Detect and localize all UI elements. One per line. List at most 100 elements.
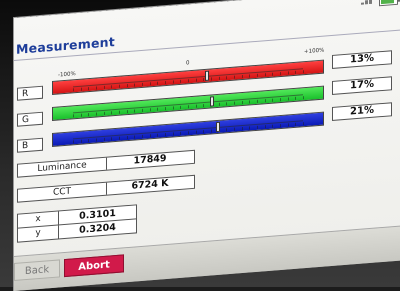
scale-tick <box>234 101 235 105</box>
cct-value: 6724 K <box>131 177 169 192</box>
cct-row: CCT 6724 K <box>17 174 195 203</box>
scale-tick <box>203 130 205 134</box>
red-scale-ticks <box>73 70 304 92</box>
scale-tick <box>80 139 82 143</box>
scale-tick <box>88 87 90 91</box>
scale-tick <box>264 73 266 77</box>
green-slider-knob[interactable] <box>210 96 215 107</box>
luminance-label: Luminance <box>18 157 107 177</box>
scale-tick <box>96 138 97 142</box>
scale-tick <box>226 128 228 132</box>
scale-tick <box>264 99 266 103</box>
scale-tick <box>303 122 304 126</box>
red-slider-knob[interactable] <box>204 70 209 81</box>
scale-tick <box>211 77 212 81</box>
scale-tick <box>103 85 105 89</box>
scale-tick <box>103 111 105 115</box>
scale-tick <box>218 76 220 80</box>
scale-tick <box>111 85 113 89</box>
scale-tick <box>272 72 274 76</box>
scale-tick <box>287 71 289 75</box>
channel-label-b: B <box>17 137 43 153</box>
scale-tick <box>180 131 182 135</box>
scale-tick <box>149 108 151 112</box>
scale-tick <box>295 96 297 100</box>
scale-tick <box>157 107 159 111</box>
scale-tick <box>280 123 281 128</box>
scale-tick <box>188 131 189 135</box>
scale-tick <box>119 110 120 114</box>
scale-tick <box>234 75 235 79</box>
scale-tick <box>111 111 113 115</box>
scale-tick <box>103 137 105 141</box>
scale-tick <box>195 104 197 108</box>
scale-tick <box>88 139 90 143</box>
blue-percent-value: 21% <box>332 102 392 121</box>
scale-tick <box>218 102 220 106</box>
scale-tick <box>165 133 166 137</box>
scale-tick <box>188 105 189 109</box>
scale-tick <box>280 97 281 102</box>
scale-tick <box>234 127 235 131</box>
scale-tick <box>241 127 243 131</box>
signal-icon <box>361 0 375 5</box>
scale-tick <box>126 136 128 140</box>
scale-tick <box>111 137 113 141</box>
scale-tick <box>257 125 258 129</box>
scale-tick <box>142 134 143 138</box>
channel-label-r: R <box>17 85 43 101</box>
blue-slider-knob[interactable] <box>215 121 220 133</box>
scale-tick <box>149 82 151 86</box>
scale-tick <box>287 123 289 127</box>
scale-tick <box>249 100 251 104</box>
scale-tick <box>96 112 97 116</box>
scale-tick <box>257 73 258 77</box>
scale-tick <box>203 104 205 108</box>
scale-tick <box>73 88 74 92</box>
scale-tick <box>180 79 182 83</box>
luminance-row: Luminance 17849 <box>17 149 195 178</box>
blue-scale-ticks <box>73 122 304 144</box>
device-screen: Measurement -100% 0 +100% R 13% G 17% B … <box>14 0 400 291</box>
scale-tick <box>180 105 182 109</box>
scale-tick <box>295 70 297 74</box>
scale-tick <box>142 82 143 86</box>
scale-tick <box>226 102 228 106</box>
scale-tick <box>295 122 297 126</box>
scale-tick <box>126 110 128 114</box>
scale-tick <box>188 79 189 83</box>
scale-tick <box>157 133 159 137</box>
back-button[interactable]: Back <box>14 259 60 281</box>
scale-tick <box>96 86 97 90</box>
scale-tick <box>257 99 258 103</box>
green-percent-value: 17% <box>332 76 392 95</box>
scale-tick <box>126 84 128 88</box>
scale-tick <box>172 80 174 84</box>
scale-tick <box>303 96 304 100</box>
battery-icon <box>379 0 398 7</box>
chromaticity-table: x 0.3101 y 0.3204 <box>17 204 137 243</box>
scale-max-label: +100% <box>304 47 325 56</box>
abort-button[interactable]: Abort <box>64 254 124 278</box>
scale-tick <box>272 124 274 128</box>
scale-tick <box>119 84 120 88</box>
scale-tick <box>80 87 82 91</box>
scale-tick <box>272 98 274 102</box>
scale-tick <box>165 81 166 85</box>
green-scale-ticks <box>73 96 304 118</box>
scale-tick <box>211 129 212 133</box>
channel-label-g: G <box>17 111 43 127</box>
scale-tick <box>172 106 174 110</box>
scale-tick <box>149 134 151 138</box>
luminance-value: 17849 <box>133 152 167 167</box>
scale-tick <box>195 78 197 82</box>
scale-tick <box>80 113 82 117</box>
scale-tick <box>287 97 289 101</box>
scale-tick <box>73 140 74 144</box>
scale-tick <box>172 132 174 136</box>
scale-tick <box>303 70 304 74</box>
scale-tick <box>165 107 166 111</box>
scale-tick <box>73 114 74 118</box>
scale-tick <box>142 108 143 112</box>
scale-tick <box>134 83 136 87</box>
